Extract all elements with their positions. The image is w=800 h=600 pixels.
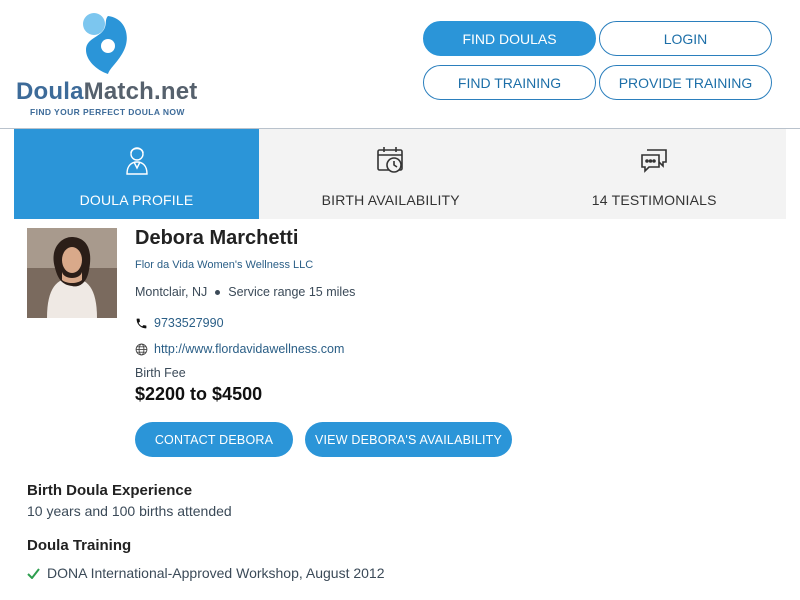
logo-tagline: FIND YOUR PERFECT DOULA NOW (30, 107, 185, 117)
location-line: Montclair, NJ Service range 15 miles (135, 285, 355, 299)
provide-training-button[interactable]: PROVIDE TRAINING (599, 65, 772, 100)
phone-icon (136, 318, 147, 328)
doula-location: Montclair, NJ (135, 285, 208, 299)
training-heading: Doula Training (27, 537, 132, 554)
experience-text: 10 years and 100 births attended (27, 503, 232, 519)
training-item-label: DONA International-Approved Workshop, Au… (47, 565, 385, 581)
service-range: Service range 15 miles (228, 285, 356, 299)
doula-person-icon (125, 145, 149, 175)
find-doulas-button[interactable]: FIND DOULAS (423, 21, 596, 56)
find-training-button[interactable]: FIND TRAINING (423, 65, 596, 100)
tab-label: BIRTH AVAILABILITY (321, 192, 460, 208)
birth-fee-label: Birth Fee (135, 366, 186, 380)
logo-text-part2: Match.net (83, 78, 198, 105)
birth-fee-value: $2200 to $4500 (135, 384, 263, 404)
tab-label: 14 TESTIMONIALS (591, 192, 717, 208)
site-header: DoulaMatch.net FIND YOUR PERFECT DOULA N… (0, 0, 800, 129)
view-availability-button[interactable]: VIEW DEBORA'S AVAILABILITY (305, 422, 512, 457)
logo-wordmark[interactable]: DoulaMatch.net (16, 78, 197, 106)
profile-tabs: DOULA PROFILE BIRTH AVAILABILITY 14 TEST… (14, 129, 786, 219)
login-button[interactable]: LOGIN (599, 21, 772, 56)
experience-heading: Birth Doula Experience (27, 482, 193, 499)
training-item: DONA International-Approved Workshop, Au… (27, 565, 385, 581)
tab-birth-availability[interactable]: BIRTH AVAILABILITY (259, 129, 523, 219)
tab-label: DOULA PROFILE (79, 192, 194, 208)
logo-text-part1: Doula (16, 78, 84, 105)
phone-number-link[interactable]: 9733527990 (154, 316, 224, 330)
phone-line: 9733527990 (135, 316, 224, 330)
doula-name: Debora Marchetti (135, 227, 299, 249)
website-link[interactable]: http://www.flordavidawellness.com (154, 342, 344, 356)
checkmark-icon (27, 567, 40, 579)
chat-bubbles-icon (639, 145, 669, 175)
contact-doula-button[interactable]: CONTACT DEBORA (135, 422, 293, 457)
website-line: http://www.flordavidawellness.com (135, 342, 344, 356)
logo-mark-icon[interactable] (82, 12, 132, 74)
tab-doula-profile[interactable]: DOULA PROFILE (14, 129, 259, 219)
globe-icon (135, 343, 148, 355)
doula-company: Flor da Vida Women's Wellness LLC (135, 259, 314, 271)
tab-testimonials[interactable]: 14 TESTIMONIALS (523, 129, 787, 219)
doula-profile-photo (27, 228, 117, 318)
separator-dot (215, 289, 221, 295)
calendar-clock-icon (376, 145, 406, 175)
